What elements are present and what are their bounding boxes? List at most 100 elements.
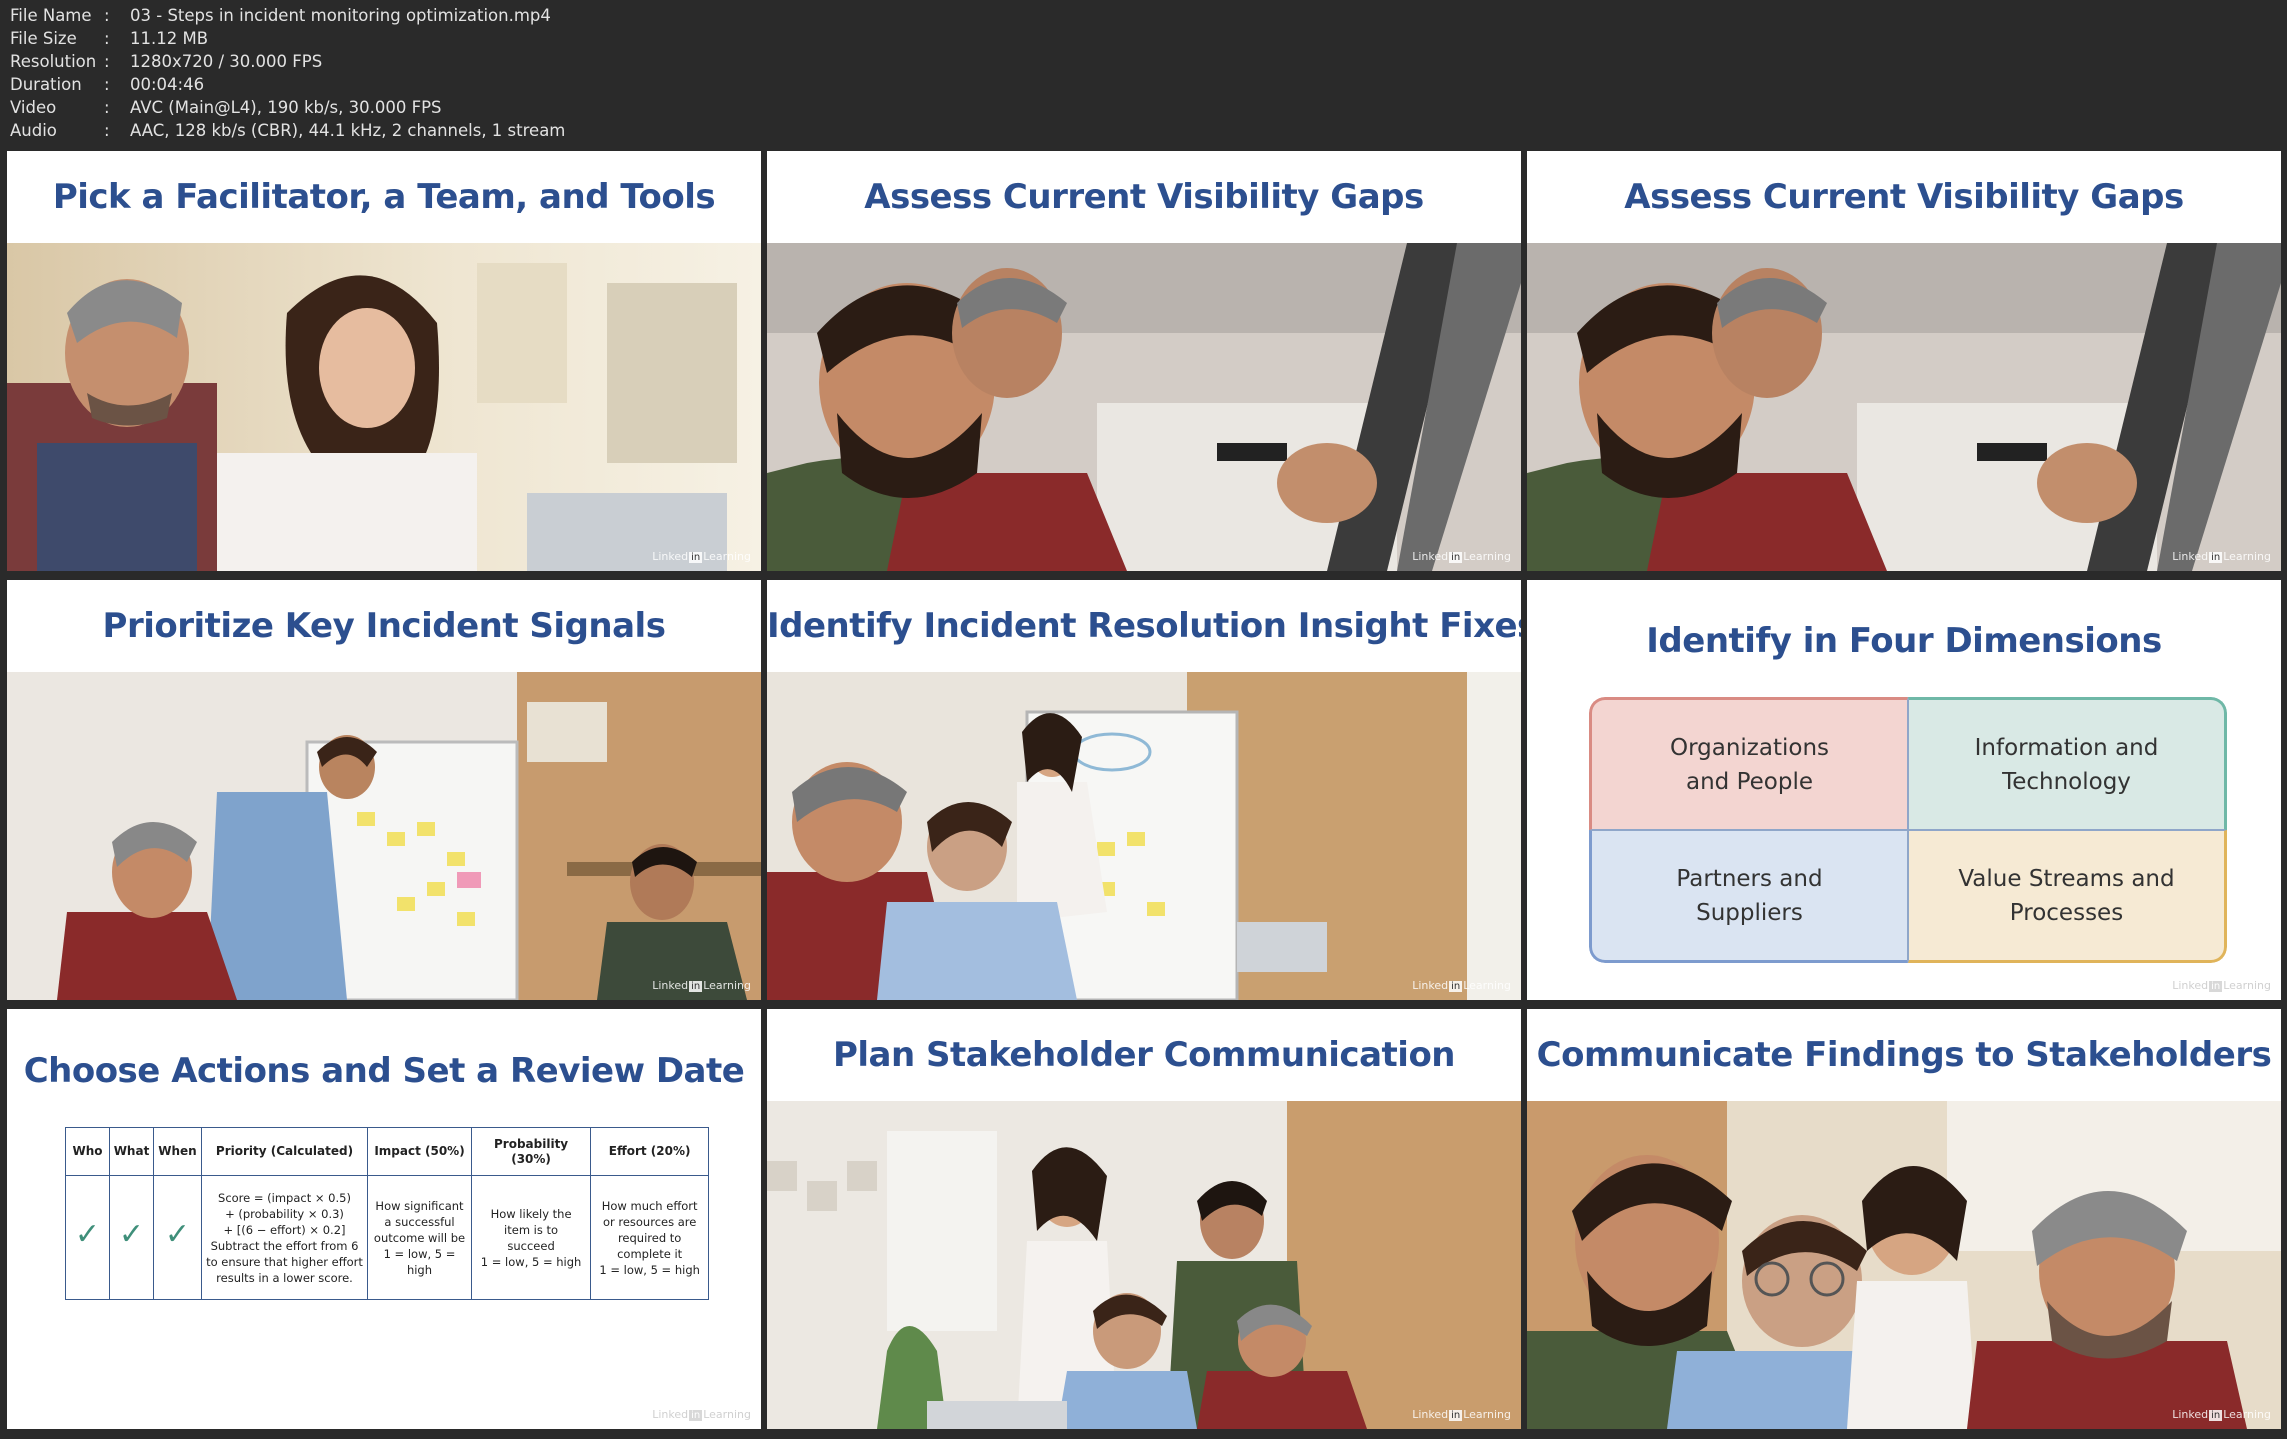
checkmark-icon: ✓	[118, 1217, 145, 1252]
cell-text: 1 = low, 5 = high	[599, 1262, 700, 1277]
info-colon: :	[104, 121, 110, 140]
cell-text: + [(6 − effort) × 0.2]	[223, 1222, 346, 1237]
quadrant-label: Organizations	[1669, 734, 1830, 761]
cell-text: outcome will be	[373, 1230, 466, 1245]
cell-text: Score = (impact × 0.5)	[218, 1190, 351, 1205]
info-colon: :	[104, 98, 110, 117]
cell-text: results in a lower score.	[216, 1270, 353, 1285]
linkedin-learning-watermark: Linked in Learning	[652, 1408, 751, 1421]
info-key: File Name	[10, 6, 92, 25]
cell-text: item is to	[504, 1222, 559, 1237]
info-value: 03 - Steps in incident monitoring optimi…	[130, 6, 551, 25]
slide-title: Identify Incident Resolution Insight Fix…	[767, 606, 1521, 646]
info-row-file-size: File Size: 11.12 MB	[10, 27, 1210, 50]
action-table: Who What When Priority (Calculated) Impa…	[65, 1127, 710, 1300]
linkedin-learning-watermark: Linked in Learning	[2172, 1408, 2271, 1421]
cell-text: a successful	[384, 1214, 455, 1229]
quadrant-information-technology: Information and Technology	[1908, 697, 2227, 830]
cell-text: to ensure that higher effort	[206, 1254, 363, 1269]
file-info-panel: File Name: 03 - Steps in incident monitor…	[10, 4, 1210, 142]
linkedin-learning-watermark: Linked in Learning	[2172, 979, 2271, 992]
office-photo: Linked in Learning	[1527, 243, 2281, 571]
thumbnail-6[interactable]: Identify in Four Dimensions Organization…	[1527, 580, 2281, 1000]
office-photo: Linked in Learning	[7, 672, 761, 1000]
info-value: 11.12 MB	[130, 29, 209, 48]
quadrant-organizations-people: Organizations and People	[1589, 697, 1908, 830]
cell-text: How much effort	[601, 1198, 698, 1213]
slide-title: Prioritize Key Incident Signals	[102, 606, 666, 646]
column-header: Probability (30%)	[470, 1127, 592, 1176]
linkedin-learning-watermark: Linked in Learning	[1412, 1408, 1511, 1421]
who-cell: ✓	[65, 1175, 110, 1300]
info-value: AAC, 128 kb/s (CBR), 44.1 kHz, 2 channel…	[130, 121, 566, 140]
thumbnail-2[interactable]: Assess Current Visibility Gaps Linked in L…	[767, 151, 1521, 571]
thumbnail-7[interactable]: Choose Actions and Set a Review Date Who…	[7, 1009, 761, 1429]
column-header: Priority (Calculated)	[201, 1127, 368, 1176]
slide-title: Plan Stakeholder Communication	[832, 1035, 1456, 1075]
info-key: Resolution	[10, 52, 97, 71]
quadrant-label: and People	[1686, 768, 1813, 795]
column-header: Impact (50%)	[367, 1127, 472, 1176]
column-header: Who	[65, 1127, 110, 1176]
cell-text: 1 = low, 5 = high	[383, 1246, 456, 1277]
cell-text: required to	[617, 1230, 682, 1245]
quadrant-label: Partners and	[1676, 865, 1823, 892]
effort-cell: How much effort or resources are require…	[590, 1175, 710, 1300]
table-row: ✓ ✓ ✓ Score = (impact × 0.5) + (probabil…	[65, 1175, 710, 1300]
cell-text: How likely the	[490, 1206, 572, 1221]
cell-text: complete it	[617, 1246, 683, 1261]
thumbnail-1[interactable]: Pick a Facilitator, a Team, and Tools Li…	[7, 151, 761, 571]
impact-cell: How significant a successful outcome wil…	[367, 1175, 472, 1300]
thumbnail-3[interactable]: Assess Current Visibility Gaps Linked in L…	[1527, 151, 2281, 571]
slide-title: Assess Current Visibility Gaps	[864, 177, 1424, 217]
quadrant-label: Technology	[2002, 768, 2131, 795]
office-photo: Linked in Learning	[767, 243, 1521, 571]
linkedin-learning-watermark: Linked in Learning	[652, 979, 751, 992]
quadrant-label: Suppliers	[1696, 899, 1803, 926]
cell-text: + (probability × 0.3)	[225, 1206, 344, 1221]
quadrant-label: Value Streams and	[1958, 865, 2175, 892]
info-row-duration: Duration: 00:04:46	[10, 73, 1210, 96]
office-photo: Linked in Learning	[7, 243, 761, 571]
info-row-video: Video: AVC (Main@L4), 190 kb/s, 30.000 FP…	[10, 96, 1210, 119]
what-cell: ✓	[109, 1175, 154, 1300]
cell-text: 1 = low, 5 = high	[480, 1254, 582, 1269]
cell-text: or resources are	[602, 1214, 697, 1229]
cell-text: How significant	[375, 1198, 464, 1213]
checkmark-icon: ✓	[74, 1217, 101, 1252]
quadrant-partners-suppliers: Partners and Suppliers	[1589, 830, 1908, 963]
thumbnail-8[interactable]: Plan Stakeholder Communication Linked in L…	[767, 1009, 1521, 1429]
slide-title: Choose Actions and Set a Review Date	[23, 1051, 745, 1091]
info-key: File Size	[10, 29, 77, 48]
checkmark-icon: ✓	[164, 1217, 191, 1252]
cell-text: Subtract the effort from 6	[210, 1238, 359, 1253]
quadrant-label: Processes	[2009, 899, 2124, 926]
info-colon: :	[104, 75, 110, 94]
info-value: 00:04:46	[130, 75, 205, 94]
linkedin-learning-watermark: Linked in Learning	[1412, 550, 1511, 563]
priority-cell: Score = (impact × 0.5) + (probability × …	[201, 1175, 368, 1300]
info-value: AVC (Main@L4), 190 kb/s, 30.000 FPS	[130, 98, 442, 117]
slide-title: Assess Current Visibility Gaps	[1624, 177, 2184, 217]
info-colon: :	[104, 29, 110, 48]
cell-text: succeed	[507, 1238, 555, 1253]
slide-title: Communicate Findings to Stakeholders	[1536, 1035, 2272, 1075]
thumbnail-5[interactable]: Identify Incident Resolution Insight Fix…	[767, 580, 1521, 1000]
office-photo: Linked in Learning	[767, 672, 1521, 1000]
info-value: 1280x720 / 30.000 FPS	[130, 52, 323, 71]
info-colon: :	[104, 6, 110, 25]
thumbnail-4[interactable]: Prioritize Key Incident Signals Linked in…	[7, 580, 761, 1000]
linkedin-learning-watermark: Linked in Learning	[1412, 979, 1511, 992]
slide-title: Pick a Facilitator, a Team, and Tools	[52, 177, 716, 217]
info-row-audio: Audio: AAC, 128 kb/s (CBR), 44.1 kHz, 2 c…	[10, 119, 1210, 142]
info-row-resolution: Resolution: 1280x720 / 30.000 FPS	[10, 50, 1210, 73]
linkedin-learning-watermark: Linked in Learning	[652, 550, 751, 563]
thumbnail-9[interactable]: Communicate Findings to Stakeholders Lin…	[1527, 1009, 2281, 1429]
office-photo: Linked in Learning	[767, 1101, 1521, 1429]
four-dimensions-grid: Organizations and People Information and T…	[1589, 697, 2227, 963]
quadrant-value-streams-processes: Value Streams and Processes	[1908, 830, 2227, 963]
column-header: What	[109, 1127, 154, 1176]
info-key: Video	[10, 98, 57, 117]
column-header: Effort (20%)	[590, 1127, 710, 1176]
info-key: Audio	[10, 121, 57, 140]
